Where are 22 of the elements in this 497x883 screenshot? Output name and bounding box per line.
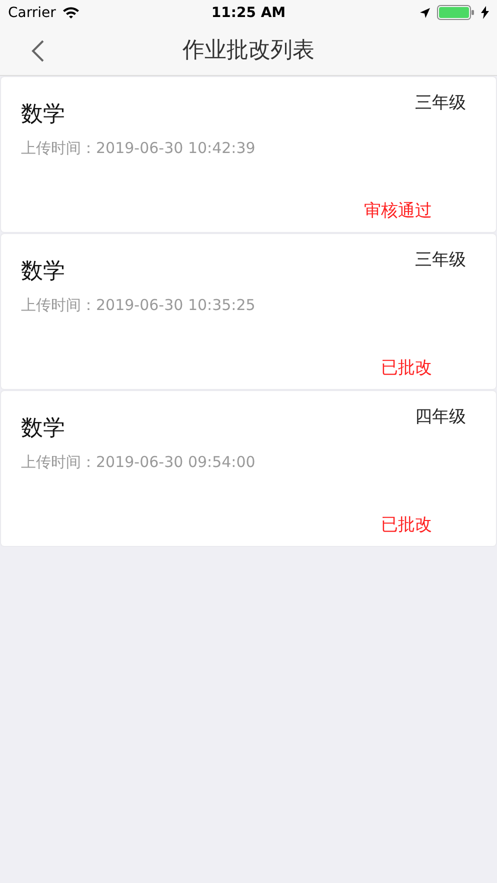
- review-status: 已批改: [381, 514, 432, 536]
- grade-label: 四年级: [415, 406, 466, 428]
- grade-label: 三年级: [415, 92, 466, 114]
- upload-time: 上传时间：2019-06-30 09:54:00: [21, 453, 256, 472]
- subject-name: 数学: [21, 101, 65, 129]
- battery-icon: [437, 5, 475, 20]
- status-time: 11:25 AM: [211, 4, 286, 20]
- location-arrow-icon: [419, 6, 431, 18]
- upload-time: 上传时间：2019-06-30 10:35:25: [21, 296, 256, 315]
- homework-card[interactable]: 数学 三年级 上传时间：2019-06-30 10:35:25 已批改: [1, 234, 496, 389]
- subject-name: 数学: [21, 258, 65, 286]
- homework-card[interactable]: 数学 四年级 上传时间：2019-06-30 09:54:00 已批改: [1, 391, 496, 546]
- grade-label: 三年级: [415, 249, 466, 271]
- page-title: 作业批改列表: [182, 37, 314, 65]
- charging-bolt-icon: [481, 6, 489, 19]
- homework-card[interactable]: 数学 三年级 上传时间：2019-06-30 10:42:39 审核通过: [1, 77, 496, 232]
- carrier-name: Carrier: [8, 4, 56, 20]
- review-status: 审核通过: [364, 200, 432, 222]
- upload-time: 上传时间：2019-06-30 10:42:39: [21, 139, 256, 158]
- subject-name: 数学: [21, 415, 65, 443]
- review-status: 已批改: [381, 357, 432, 379]
- wifi-icon: [62, 6, 80, 19]
